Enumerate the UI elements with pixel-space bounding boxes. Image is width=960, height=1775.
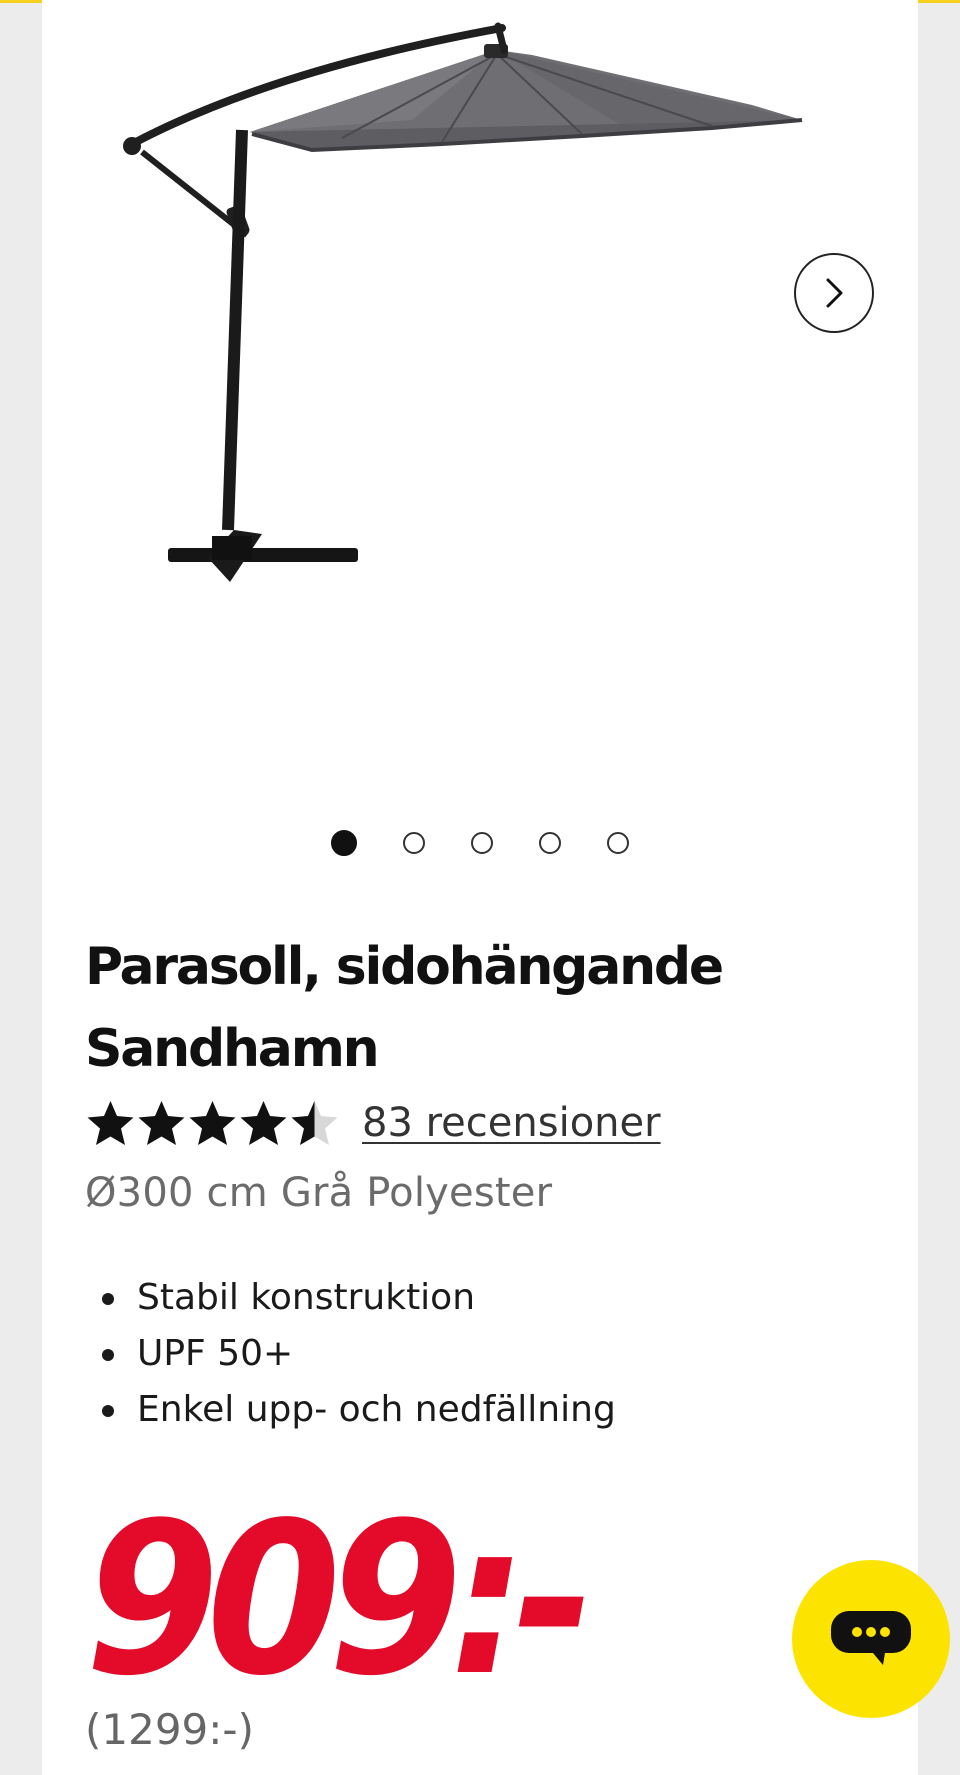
star-icon: [87, 1101, 134, 1145]
feature-item: Stabil konstruktion: [85, 1270, 616, 1326]
star-icon: [189, 1101, 236, 1145]
star-icon: [240, 1101, 287, 1145]
rating-row: 83 recensioner: [85, 1093, 661, 1153]
feature-item: UPF 50+: [85, 1326, 616, 1382]
image-gallery[interactable]: [42, 0, 918, 880]
pagination-dot[interactable]: [539, 832, 561, 854]
reviews-link[interactable]: 83 recensioner: [362, 1100, 661, 1146]
bullet-icon: [102, 1293, 114, 1305]
star-rating: [85, 1098, 340, 1148]
product-variant-info: Ø300 cm Grå Polyester: [85, 1170, 553, 1216]
chevron-right-icon: [826, 278, 843, 308]
feature-item: Enkel upp- och nedfällning: [85, 1382, 616, 1438]
half-star-icon: [291, 1101, 338, 1145]
gallery-pagination: [42, 830, 918, 856]
product-title: Parasoll, sidohängande Sandhamn: [85, 937, 724, 1079]
feature-list: Stabil konstruktion UPF 50+ Enkel upp- o…: [85, 1270, 616, 1438]
bullet-icon: [102, 1349, 114, 1361]
pagination-dot[interactable]: [403, 832, 425, 854]
price-block: 909:-: [85, 1477, 625, 1722]
chat-bubble-icon: [831, 1611, 911, 1665]
feature-text: Enkel upp- och nedfällning: [137, 1389, 616, 1430]
feature-text: UPF 50+: [137, 1333, 294, 1374]
current-price: 909:-: [85, 1477, 594, 1722]
product-card: Parasoll, sidohängande Sandhamn 83 recen…: [42, 0, 950, 1775]
bullet-icon: [102, 1405, 114, 1417]
feature-text: Stabil konstruktion: [137, 1277, 476, 1318]
next-image-button[interactable]: [794, 253, 874, 333]
pagination-dot[interactable]: [331, 830, 357, 856]
chat-button[interactable]: [792, 1560, 950, 1718]
original-price: (1299:-): [85, 1705, 254, 1754]
pagination-dot[interactable]: [607, 832, 629, 854]
pagination-dot[interactable]: [471, 832, 493, 854]
star-icon: [138, 1101, 185, 1145]
